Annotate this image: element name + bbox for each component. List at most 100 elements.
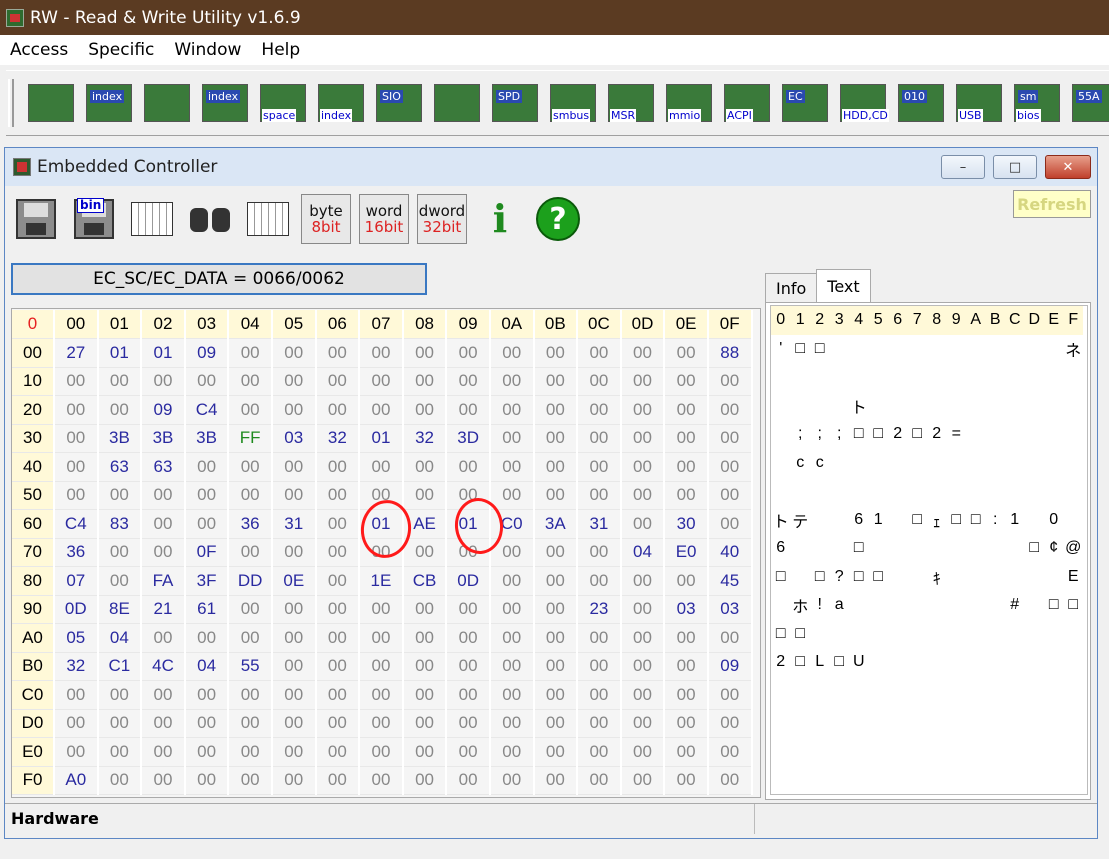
hex-cell[interactable]: 00 [141,766,186,795]
hex-cell[interactable]: 00 [97,766,143,795]
hex-cell[interactable]: 04 [620,538,666,567]
text-cell[interactable] [830,392,850,421]
hex-cell[interactable]: C4 [184,395,230,425]
hex-cell[interactable]: 00 [141,709,186,738]
hex-cell[interactable]: 00 [577,680,622,710]
text-cell[interactable]: テ [791,506,811,535]
text-cell[interactable] [947,335,967,364]
text-cell[interactable] [1064,392,1084,421]
text-cell[interactable]: 6 [849,506,869,535]
text-cell[interactable] [1025,392,1045,421]
text-cell[interactable] [791,563,811,592]
text-cell[interactable] [966,534,986,563]
hex-cell[interactable]: 00 [489,595,535,624]
hex-cell[interactable]: 00 [54,395,99,425]
text-cell[interactable] [1025,506,1045,535]
hex-cell[interactable]: 00 [533,709,579,738]
text-cell[interactable] [966,563,986,592]
text-cell[interactable] [1044,762,1064,791]
text-cell[interactable] [966,392,986,421]
mmio-button[interactable]: mmio [664,78,714,128]
hex-cell[interactable]: 00 [141,623,186,653]
text-cell[interactable] [869,477,889,506]
text-cell[interactable] [908,591,928,620]
hex-cell[interactable]: 09 [184,338,230,368]
hex-cell[interactable]: 00 [54,737,99,767]
ec-window-titlebar[interactable]: Embedded Controller – □ ✕ [5,148,1097,186]
text-cell[interactable] [888,677,908,706]
hex-cell[interactable]: FA [141,566,186,596]
hex-cell[interactable]: 00 [315,623,361,653]
hex-cell[interactable]: 31 [271,509,317,539]
hex-cell[interactable]: 00 [184,709,230,738]
hex-cell[interactable]: 00 [228,709,273,738]
text-cell[interactable] [869,392,889,421]
hex-cell[interactable]: 00 [489,652,535,681]
hex-cell[interactable]: FF [228,424,273,453]
hex-cell[interactable]: 09 [707,652,753,681]
text-cell[interactable]: 0 [1044,506,1064,535]
text-cell[interactable] [908,705,928,734]
hex-cell[interactable]: 00 [228,367,273,396]
text-cell[interactable] [927,648,947,677]
text-cell[interactable] [966,449,986,478]
text-cell[interactable] [947,734,967,763]
hex-cell[interactable]: 00 [577,652,622,681]
hex-cell[interactable]: 00 [446,338,491,368]
hex-cell[interactable]: DD [228,566,273,596]
msr-button[interactable]: MSR [606,78,656,128]
hex-cell[interactable]: 00 [271,709,317,738]
ec-button[interactable]: EC [780,78,830,128]
text-cell[interactable] [908,477,928,506]
hex-cell[interactable]: C4 [54,509,99,539]
text-cell[interactable] [1005,477,1025,506]
hex-cell[interactable]: 00 [315,538,361,567]
text-cell[interactable]: c [810,449,830,478]
hex-cell[interactable]: 3D [446,424,491,453]
load-button[interactable] [127,194,177,244]
text-cell[interactable]: □ [791,335,811,364]
hex-cell[interactable]: 00 [489,395,535,425]
hex-cell[interactable]: 00 [533,452,579,482]
hex-cell[interactable]: 00 [620,623,666,653]
text-cell[interactable] [927,335,947,364]
text-cell[interactable] [986,534,1006,563]
refresh-button[interactable]: Refresh [1013,190,1091,218]
text-cell[interactable] [986,477,1006,506]
text-cell[interactable] [1025,762,1045,791]
text-cell[interactable]: ト [849,392,869,421]
text-cell[interactable] [791,477,811,506]
text-cell[interactable] [849,705,869,734]
hex-cell[interactable]: 00 [533,481,579,510]
info-button[interactable]: i [475,194,525,244]
hex-cell[interactable]: 00 [620,766,666,795]
hex-cell[interactable]: 0F [184,538,230,567]
hex-cell[interactable]: 30 [664,509,709,539]
spd-button[interactable]: SPD [490,78,540,128]
text-cell[interactable] [1064,620,1084,649]
text-cell[interactable] [927,591,947,620]
hex-cell[interactable]: 00 [577,737,622,767]
text-cell[interactable] [810,477,830,506]
text-cell[interactable]: ! [810,591,830,620]
sio-button[interactable]: SIO [374,78,424,128]
hex-cell[interactable]: 00 [533,538,579,567]
text-cell[interactable]: @ [1064,534,1084,563]
text-cell[interactable] [1005,420,1025,449]
hex-cell[interactable]: 83 [97,509,143,539]
hex-cell[interactable]: 00 [271,680,317,710]
hex-cell[interactable]: 00 [228,395,273,425]
hex-cell[interactable]: 00 [620,595,666,624]
hex-cell[interactable]: 36 [54,538,99,567]
hex-cell[interactable]: 00 [184,737,230,767]
text-cell[interactable] [830,449,850,478]
text-cell[interactable]: 2 [771,648,791,677]
text-cell[interactable] [1005,648,1025,677]
hex-cell[interactable]: 00 [446,595,491,624]
text-cell[interactable] [869,705,889,734]
text-cell[interactable] [966,420,986,449]
text-cell[interactable] [771,449,791,478]
byte-mode-button[interactable]: byte 8bit [301,194,351,244]
hex-cell[interactable]: 00 [533,566,579,596]
text-cell[interactable]: ホ [791,591,811,620]
